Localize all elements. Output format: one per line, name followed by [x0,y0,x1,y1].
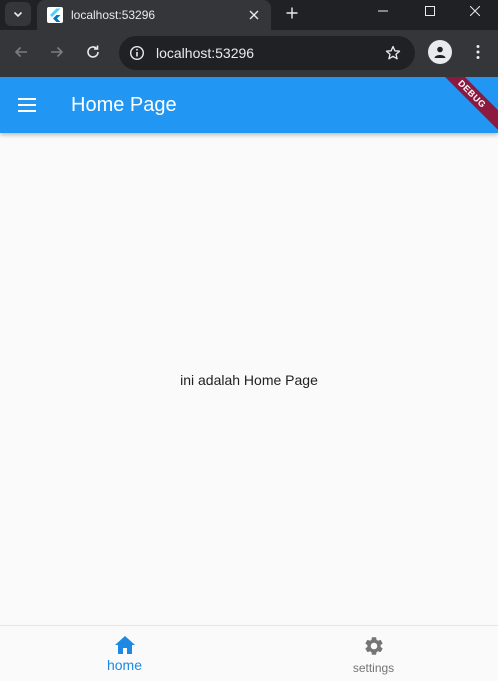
kebab-menu-icon [476,45,480,59]
nav-item-settings[interactable]: settings [249,626,498,681]
new-tab-button[interactable] [281,2,303,24]
profile-button[interactable] [428,40,452,64]
back-button[interactable] [8,39,34,65]
url-text[interactable]: localhost:53296 [156,45,254,61]
plus-icon [286,7,298,19]
close-icon [249,10,259,20]
bottom-navigation-bar: home settings [0,625,498,681]
maximize-icon [425,6,435,16]
reload-icon [87,45,99,58]
nav-item-label: settings [352,661,395,675]
forward-button[interactable] [44,39,70,65]
close-icon [470,6,480,16]
reload-button[interactable] [80,39,106,65]
close-window-button[interactable] [452,0,498,22]
star-icon [385,45,401,60]
hamburger-menu-icon [18,98,36,112]
bookmark-button[interactable] [383,43,403,63]
page-title: Home Page [71,94,177,116]
nav-item-home[interactable]: home [0,626,249,681]
tab-title: localhost:53296 [71,8,156,22]
site-info-button[interactable] [125,41,149,65]
home-icon [114,636,135,654]
home-body-text: ini adalah Home Page [180,372,318,388]
app-bar: Home Page [0,77,498,133]
drawer-menu-button[interactable] [10,88,44,122]
address-bar[interactable]: localhost:53296 [119,36,415,70]
app-viewport: Home Page DEBUG ini adalah Home Page hom… [0,77,498,681]
maximize-button[interactable] [407,0,453,22]
nav-item-label: home [106,657,143,673]
minimize-button[interactable] [360,0,406,22]
gear-icon [364,637,383,655]
forward-arrow-icon [51,46,64,58]
browser-toolbar: localhost:53296 [0,30,498,77]
minimize-icon [378,10,388,12]
back-arrow-icon [14,46,27,58]
browser-tabstrip: localhost:53296 [0,0,498,30]
tab-list-button[interactable] [5,2,31,26]
info-icon [129,45,145,61]
browser-tab[interactable]: localhost:53296 [37,0,271,30]
profile-icon [434,46,446,58]
tab-close-button[interactable] [245,6,263,24]
chevron-down-icon [13,11,23,18]
flutter-icon [47,7,63,23]
browser-menu-button[interactable] [465,39,491,65]
